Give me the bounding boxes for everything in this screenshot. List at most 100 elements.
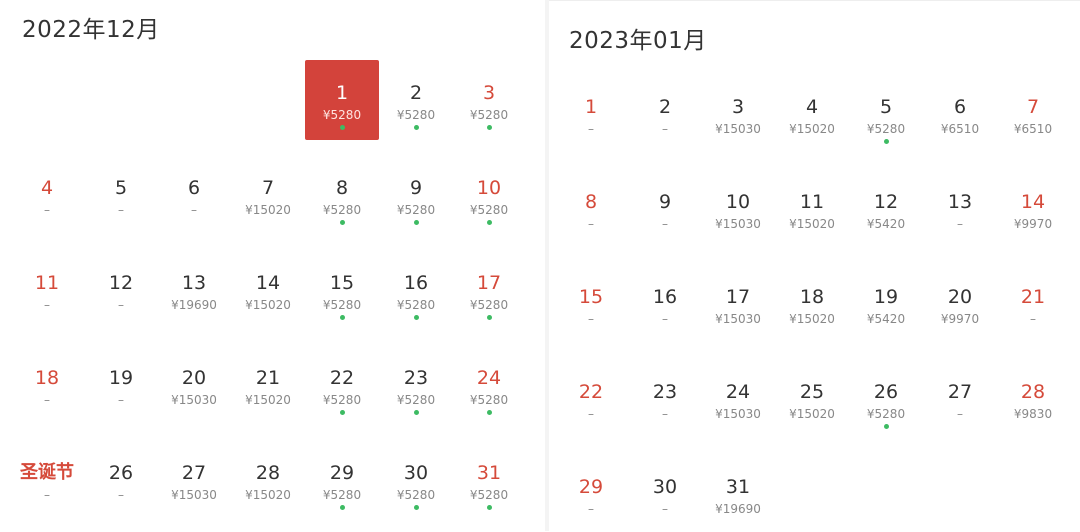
day-number: 31 <box>476 462 502 484</box>
day-cell[interactable]: 20 ¥15030 <box>157 345 231 425</box>
day-price: ¥6510 <box>940 122 980 136</box>
day-cell[interactable]: 7 ¥6510 <box>996 74 1070 154</box>
availability-dot-icon <box>266 410 271 415</box>
day-number: 2 <box>658 96 672 118</box>
day-cell[interactable]: 21 ¥15020 <box>231 345 305 425</box>
day-cell[interactable]: 13 – <box>923 169 997 249</box>
day-cell[interactable]: 4 ¥15020 <box>775 74 849 154</box>
day-cell[interactable]: 15 ¥5280 <box>305 250 379 330</box>
day-cell[interactable]: 29 – <box>554 454 628 532</box>
day-number: 23 <box>652 381 678 403</box>
day-number: 19 <box>108 367 134 389</box>
day-price: – <box>588 312 594 326</box>
day-cell[interactable]: 3 ¥5280 <box>452 60 526 140</box>
day-price: – <box>118 393 124 407</box>
day-cell[interactable]: 31 ¥5280 <box>452 440 526 520</box>
day-cell[interactable]: 2 ¥5280 <box>379 60 453 140</box>
day-cell-selected[interactable]: 1 ¥5280 <box>305 60 379 140</box>
day-cell[interactable]: 30 – <box>628 454 702 532</box>
availability-dot-icon <box>1031 139 1036 144</box>
day-number: 5 <box>114 177 128 199</box>
availability-dot-icon <box>736 424 741 429</box>
day-cell[interactable]: 27 – <box>923 359 997 439</box>
day-cell[interactable]: 19 ¥5420 <box>849 264 923 344</box>
day-cell[interactable]: 6 ¥6510 <box>923 74 997 154</box>
day-cell[interactable]: 17 ¥15030 <box>701 264 775 344</box>
availability-dot-icon <box>883 424 889 429</box>
day-cell[interactable]: 19 – <box>84 345 158 425</box>
day-cell[interactable]: 26 ¥5280 <box>849 359 923 439</box>
availability-dot-icon <box>413 125 419 130</box>
day-cell[interactable]: 13 ¥19690 <box>157 250 231 330</box>
day-number: 19 <box>873 286 899 308</box>
day-number: 5 <box>879 96 893 118</box>
day-cell[interactable]: 18 – <box>10 345 84 425</box>
day-cell[interactable]: 16 ¥5280 <box>379 250 453 330</box>
day-cell[interactable]: 3 ¥15030 <box>701 74 775 154</box>
day-cell[interactable]: 10 ¥15030 <box>701 169 775 249</box>
availability-dot-icon <box>339 315 345 320</box>
day-cell[interactable]: 10 ¥5280 <box>452 155 526 235</box>
day-cell[interactable]: 6– <box>157 155 231 235</box>
day-cell[interactable]: 9– <box>628 169 702 249</box>
availability-dot-icon <box>486 410 492 415</box>
day-cell[interactable]: 30 ¥5280 <box>379 440 453 520</box>
day-number: 7 <box>1026 96 1040 118</box>
day-cell[interactable]: 1– <box>554 74 628 154</box>
day-cell[interactable]: 5 ¥5280 <box>849 74 923 154</box>
day-cell[interactable]: 28 ¥9830 <box>996 359 1070 439</box>
day-cell[interactable]: 11 – <box>10 250 84 330</box>
availability-dot-icon <box>810 329 815 334</box>
day-cell[interactable]: 4– <box>10 155 84 235</box>
day-cell[interactable]: 21 – <box>996 264 1070 344</box>
availability-dot-icon <box>958 139 963 144</box>
calendar-month-december: 2022年12月 1 ¥5280 2 ¥5280 3 ¥5280 4–5–6–7 ¥15020… <box>0 0 545 531</box>
day-number: 20 <box>947 286 973 308</box>
day-price: ¥5280 <box>469 203 509 217</box>
day-cell[interactable]: 17 ¥5280 <box>452 250 526 330</box>
day-cell[interactable]: 31 ¥19690 <box>701 454 775 532</box>
day-cell[interactable]: 7 ¥15020 <box>231 155 305 235</box>
day-price: – <box>662 122 668 136</box>
day-price: ¥6510 <box>1013 122 1053 136</box>
day-cell[interactable]: 29 ¥5280 <box>305 440 379 520</box>
availability-dot-icon <box>45 410 50 415</box>
day-cell[interactable]: 2– <box>628 74 702 154</box>
availability-dot-icon <box>486 220 492 225</box>
day-cell[interactable]: 12 – <box>84 250 158 330</box>
day-cell[interactable]: 22 – <box>554 359 628 439</box>
day-number: 17 <box>476 272 502 294</box>
day-cell[interactable]: 20 ¥9970 <box>923 264 997 344</box>
day-price: ¥15020 <box>789 407 835 421</box>
day-cell[interactable]: 15 – <box>554 264 628 344</box>
day-cell[interactable]: 24 ¥5280 <box>452 345 526 425</box>
day-cell[interactable]: 18 ¥15020 <box>775 264 849 344</box>
day-cell[interactable]: 28 ¥15020 <box>231 440 305 520</box>
availability-dot-icon <box>266 220 271 225</box>
day-price: – <box>118 298 124 312</box>
day-number: 4 <box>40 177 54 199</box>
day-cell[interactable]: 8– <box>554 169 628 249</box>
day-cell[interactable]: 24 ¥15030 <box>701 359 775 439</box>
day-cell[interactable]: 9 ¥5280 <box>379 155 453 235</box>
day-cell[interactable]: 23 ¥5280 <box>379 345 453 425</box>
day-price: ¥15030 <box>715 312 761 326</box>
day-cell[interactable]: 22 ¥5280 <box>305 345 379 425</box>
day-cell[interactable]: 14 ¥15020 <box>231 250 305 330</box>
availability-dot-icon <box>884 329 889 334</box>
day-cell[interactable]: 23 – <box>628 359 702 439</box>
availability-dot-icon <box>266 505 271 510</box>
day-cell[interactable]: 25 ¥15020 <box>775 359 849 439</box>
day-cell[interactable]: 8 ¥5280 <box>305 155 379 235</box>
day-price: ¥5280 <box>396 393 436 407</box>
day-cell[interactable]: 11 ¥15020 <box>775 169 849 249</box>
day-cell[interactable]: 27 ¥15030 <box>157 440 231 520</box>
day-number: 22 <box>578 381 604 403</box>
day-cell[interactable]: 圣诞节 – <box>10 440 84 520</box>
day-cell[interactable]: 26 – <box>84 440 158 520</box>
day-cell[interactable]: 14 ¥9970 <box>996 169 1070 249</box>
day-cell[interactable]: 16 – <box>628 264 702 344</box>
day-cell[interactable]: 5– <box>84 155 158 235</box>
day-cell[interactable]: 12 ¥5420 <box>849 169 923 249</box>
day-price: ¥5280 <box>396 108 436 122</box>
